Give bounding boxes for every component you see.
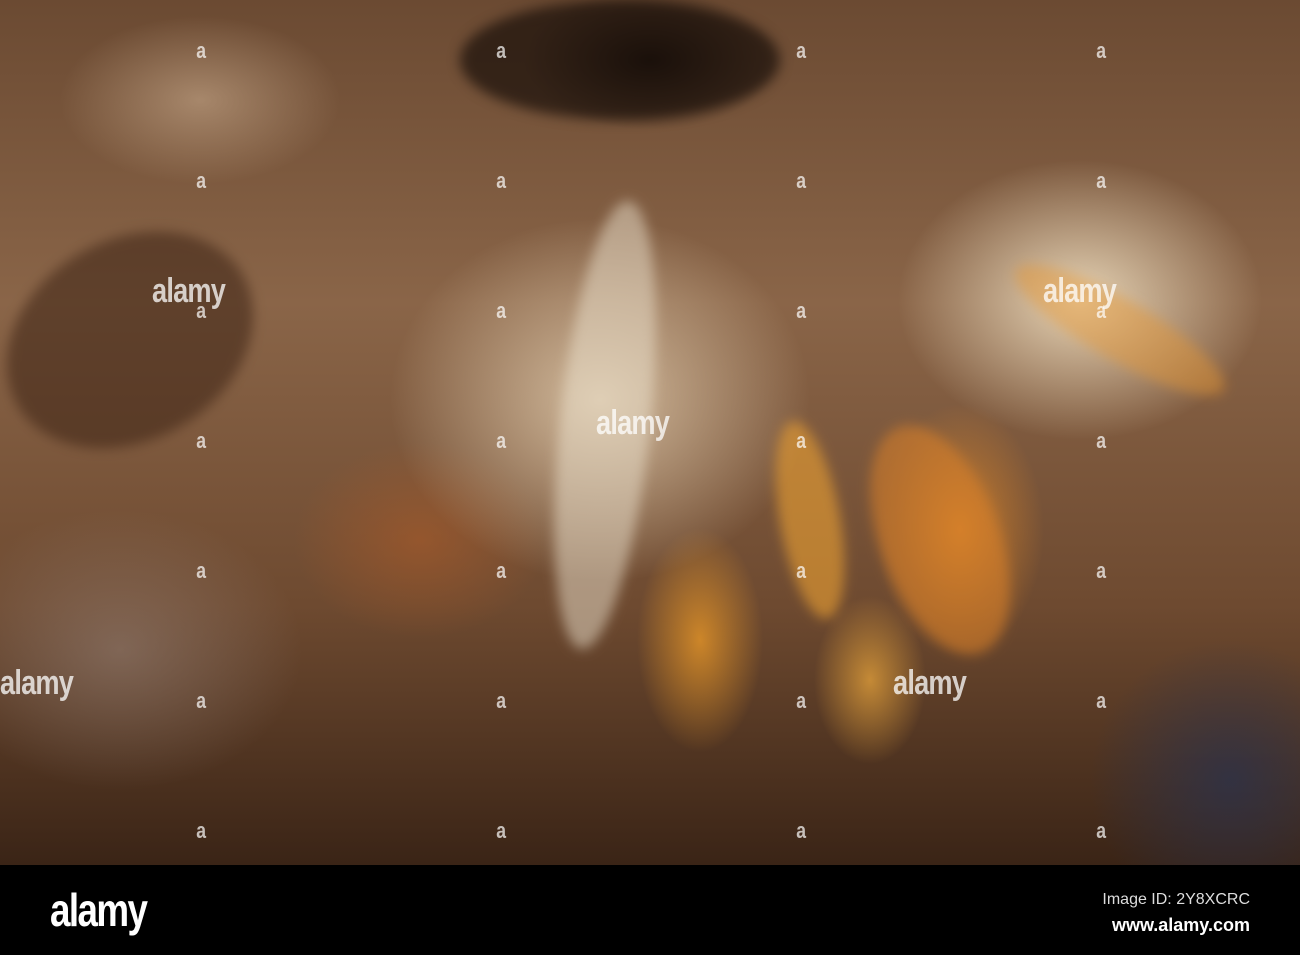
watermark-tile: a xyxy=(196,298,207,323)
watermark-tile: a xyxy=(196,558,207,583)
footer-bar: alamy Image ID: 2Y8XCRC www.alamy.com xyxy=(0,865,1300,955)
watermark-tile: a xyxy=(196,38,207,63)
watermark-tile: a xyxy=(796,818,807,843)
watermark-tile: a xyxy=(796,428,807,453)
alamy-logo: alamy xyxy=(50,884,148,936)
watermark: alamy xyxy=(596,404,670,442)
watermark: alamy xyxy=(893,664,967,702)
watermark-tile: a xyxy=(196,168,207,193)
watermark-tile: a xyxy=(796,38,807,63)
flowstone-streak xyxy=(842,406,1038,674)
watermark-tile: a xyxy=(1096,818,1107,843)
website-url: www.alamy.com xyxy=(1111,915,1250,935)
flowstone-streak xyxy=(763,416,857,624)
watermark-tile: a xyxy=(1096,688,1107,713)
watermark-tile: a xyxy=(796,688,807,713)
watermark-tile: a xyxy=(1096,558,1107,583)
watermark: alamy xyxy=(0,664,74,702)
watermark-tile: a xyxy=(1096,428,1107,453)
watermark-tile: a xyxy=(1096,168,1107,193)
stock-photo: alamy alamy alamy alamy alamy aaaaaaaaaa… xyxy=(0,0,1300,955)
watermark-tile: a xyxy=(496,168,507,193)
watermark-tile: a xyxy=(196,818,207,843)
watermark-tile: a xyxy=(796,298,807,323)
watermark-tile: a xyxy=(496,298,507,323)
watermark-tile: a xyxy=(196,428,207,453)
watermark-tile: a xyxy=(796,168,807,193)
watermark-tile: a xyxy=(496,428,507,453)
dark-crevice xyxy=(460,0,780,120)
watermark-tile: a xyxy=(496,818,507,843)
flowstone-streak xyxy=(1001,244,1239,416)
cave-ceiling-photo: alamy alamy alamy alamy alamy aaaaaaaaaa… xyxy=(0,0,1300,865)
watermark-tile: a xyxy=(496,688,507,713)
watermark: alamy xyxy=(152,272,226,310)
watermark-tile: a xyxy=(796,558,807,583)
watermark-tile: a xyxy=(196,688,207,713)
dark-rock xyxy=(0,188,293,492)
watermark-tile: a xyxy=(496,38,507,63)
watermark-tile: a xyxy=(1096,298,1107,323)
watermark-tile: a xyxy=(496,558,507,583)
image-id: Image ID: 2Y8XCRC xyxy=(1102,891,1250,908)
watermark-tile: a xyxy=(1096,38,1107,63)
